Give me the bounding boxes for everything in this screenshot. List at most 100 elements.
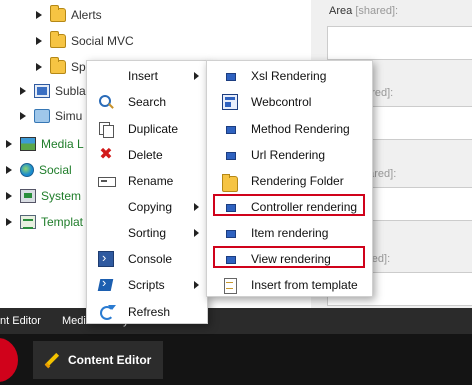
field-label-area: Area [shared]: [329,5,399,17]
pencil-icon [45,353,59,367]
expand-arrow-icon[interactable] [20,87,26,95]
webcontrol-icon [222,94,238,110]
expand-arrow-icon[interactable] [6,192,12,200]
rendering-icon [222,121,238,137]
context-menu: Insert Search Duplicate ✖ Delete Rename … [86,60,208,324]
tree-item-system[interactable]: System [6,183,81,209]
tree-item-label: Subla [55,84,86,98]
refresh-icon [98,304,116,320]
tree-item-templates[interactable]: Templat [6,209,83,235]
delete-icon: ✖ [99,146,113,163]
tree-item-label: Social MVC [71,34,134,48]
menu-item-label: Url Rendering [251,148,326,162]
menu-item-rename[interactable]: Rename [87,168,207,194]
menu-item-label: Search [128,95,167,109]
menu-item-label: Rename [128,174,174,188]
folder-icon [50,31,66,48]
globe-icon [20,163,34,177]
menu-item-label: Duplicate [128,122,179,136]
folder-icon [50,57,66,74]
media-library-icon [20,137,36,151]
menu-item-label: View rendering [251,252,331,266]
tree-item-label: Simu [55,109,83,123]
menu-item-label: Delete [128,148,163,162]
expand-arrow-icon[interactable] [20,112,26,120]
rename-icon [98,173,116,189]
simulator-icon [34,109,50,123]
start-button[interactable] [0,338,18,382]
tree-item-sublayouts[interactable]: Subla [20,78,86,104]
menu-item-insert[interactable]: Insert [87,63,207,89]
tree-item-label: Templat [41,215,84,229]
submenu-arrow-icon [194,72,199,80]
system-icon [20,189,36,203]
tree-item-label: Media L [41,137,84,151]
rendering-icon [222,147,238,163]
menu-item-label: Item rendering [251,226,329,240]
menu-item-label: Sorting [128,226,167,240]
submenu-item-controller-rendering[interactable]: Controller rendering [207,194,372,220]
menu-item-search[interactable]: Search [87,89,207,115]
submenu-arrow-icon [194,203,199,211]
submenu-arrow-icon [194,281,199,289]
duplicate-icon [98,121,114,138]
menu-item-label: Webcontrol [251,95,312,109]
menu-item-label: Method Rendering [251,122,350,136]
folder-icon [222,174,238,192]
submenu-item-xsl-rendering[interactable]: Xsl Rendering [207,63,372,89]
submenu-arrow-icon [194,229,199,237]
tree-item-label: Sp [71,60,86,74]
menu-item-label: Controller rendering [251,200,358,214]
submenu-item-webcontrol[interactable]: Webcontrol [207,89,372,115]
tree-item-social[interactable]: Social [6,157,72,183]
menu-item-label: Rendering Folder [251,174,344,188]
tree-item-social-mvc[interactable]: Social MVC [36,28,134,54]
menu-item-label: Copying [128,200,173,214]
submenu-item-url-rendering[interactable]: Url Rendering [207,142,372,168]
tree-item-alerts[interactable]: Alerts [36,2,102,28]
menu-item-label: Xsl Rendering [251,69,327,83]
insert-submenu: Xsl Rendering Webcontrol Method Renderin… [206,60,373,297]
rendering-icon [222,199,238,215]
taskbar: Content Editor [0,334,472,385]
scripts-icon [98,275,114,293]
template-icon [222,277,238,294]
folder-icon [50,5,66,22]
expand-arrow-icon[interactable] [36,11,42,19]
tree-item-sp[interactable]: Sp [36,54,86,80]
tree-item-media-library[interactable]: Media L [6,131,84,157]
menu-item-sorting[interactable]: Sorting [87,220,207,246]
bottom-tab-bar: nt Editor Media Library Workbox [0,308,472,334]
menu-item-duplicate[interactable]: Duplicate [87,116,207,142]
expand-arrow-icon[interactable] [36,37,42,45]
expand-arrow-icon[interactable] [6,218,12,226]
submenu-item-rendering-folder[interactable]: Rendering Folder [207,168,372,194]
search-icon [98,94,114,110]
menu-item-label: Scripts [128,278,165,292]
submenu-item-view-rendering[interactable]: View rendering [207,246,372,272]
menu-item-scripts[interactable]: Scripts [87,272,207,298]
menu-item-delete[interactable]: ✖ Delete [87,142,207,168]
content-editor-taskbar-button[interactable]: Content Editor [33,341,163,379]
menu-item-refresh[interactable]: Refresh [87,299,207,325]
templates-icon [20,215,36,229]
content-editor-label: Content Editor [68,353,152,367]
menu-item-copying[interactable]: Copying [87,194,207,220]
rendering-icon [222,225,238,241]
submenu-item-insert-from-template[interactable]: Insert from template [207,272,372,298]
tab-content-editor[interactable]: nt Editor [0,308,41,334]
tree-item-label: Social [39,163,72,177]
rendering-icon [222,68,238,84]
tree-item-label: System [41,189,82,203]
menu-item-label: Console [128,252,173,266]
menu-item-label: Insert from template [251,278,358,292]
expand-arrow-icon[interactable] [36,63,42,71]
tree-item-simulators[interactable]: Simu [20,103,82,129]
expand-arrow-icon[interactable] [6,166,12,174]
submenu-item-item-rendering[interactable]: Item rendering [207,220,372,246]
tree-item-label: Alerts [71,8,102,22]
menu-item-console[interactable]: Console [87,246,207,272]
expand-arrow-icon[interactable] [6,140,12,148]
submenu-item-method-rendering[interactable]: Method Rendering [207,116,372,142]
area-input[interactable] [327,26,472,60]
